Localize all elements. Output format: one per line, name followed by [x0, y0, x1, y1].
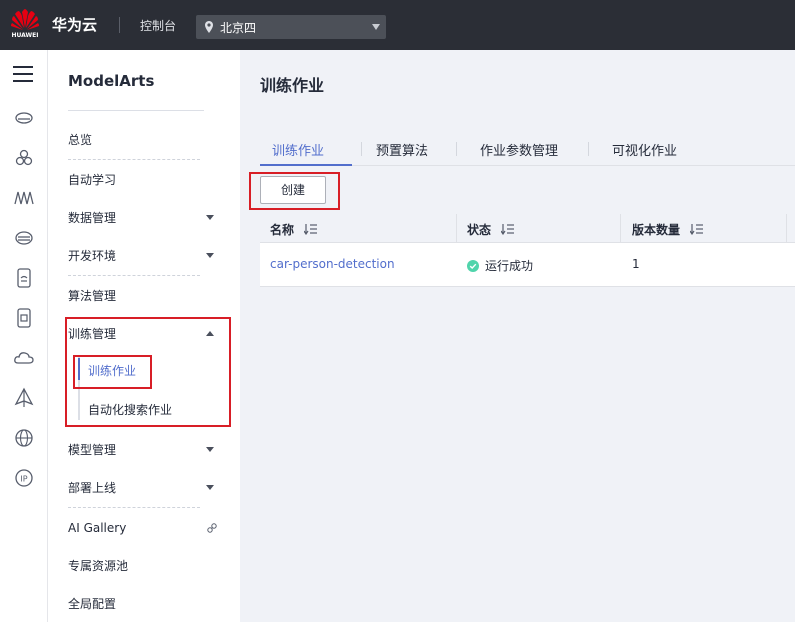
tab-separator	[588, 142, 589, 156]
location-pin-icon	[205, 21, 213, 33]
tab-training-jobs[interactable]: 训练作业	[272, 140, 324, 166]
header-divider	[119, 17, 120, 33]
sidebar-separator	[68, 159, 200, 160]
tab-label: 作业参数管理	[480, 144, 559, 159]
sort-icon[interactable]	[501, 223, 515, 235]
service-rail: IP	[0, 50, 48, 622]
column-header-status[interactable]: 状态	[467, 221, 515, 238]
sidebar-separator	[68, 507, 200, 508]
tab-job-parameters[interactable]: 作业参数管理	[480, 140, 558, 166]
sidebar-item-label: 数据管理	[68, 211, 117, 225]
tab-separator	[361, 142, 362, 156]
sidebar-item-data-management[interactable]: 数据管理	[68, 200, 228, 236]
success-check-icon	[467, 260, 479, 272]
sidebar-item-label: 自动学习	[68, 173, 117, 187]
chevron-down-icon	[206, 253, 214, 258]
database-icon[interactable]	[12, 266, 36, 290]
column-label: 名称	[270, 223, 295, 237]
cluster-icon[interactable]	[12, 146, 36, 170]
highlight-box-training-jobs	[73, 355, 152, 389]
sidebar-item-label: 开发环境	[68, 249, 117, 263]
sidebar-item-label: 部署上线	[68, 481, 117, 495]
column-separator	[620, 214, 621, 243]
main-content: 训练作业 训练作业 预置算法 作业参数管理 可视化作业 创建 名称 状态 版本数…	[240, 50, 795, 622]
job-name-link[interactable]: car-person-detection	[270, 257, 395, 271]
sidebar-separator	[68, 275, 200, 276]
huawei-logo-icon	[11, 9, 39, 30]
tab-separator	[456, 142, 457, 156]
sidebar-item-label: 总览	[68, 133, 93, 147]
sidebar-item-auto-learning[interactable]: 自动学习	[68, 162, 228, 198]
page-title: 训练作业	[260, 76, 325, 95]
sidebar-item-global-config[interactable]: 全局配置	[68, 586, 228, 622]
region-value: 北京四	[220, 21, 257, 35]
top-nav-bar: HUAWEI 华为云 控制台 北京四	[0, 0, 795, 50]
sort-icon[interactable]	[690, 223, 704, 235]
logo-text: HUAWEI	[11, 32, 39, 39]
chevron-down-icon	[206, 215, 214, 220]
tab-label: 训练作业	[272, 144, 325, 159]
sidebar-item-label: 模型管理	[68, 443, 117, 457]
sidebar-item-model-management[interactable]: 模型管理	[68, 432, 228, 468]
tab-preset-algorithms[interactable]: 预置算法	[376, 140, 428, 166]
external-link-icon	[207, 523, 217, 533]
table-header: 名称 状态 版本数量	[260, 214, 795, 243]
sidebar-item-label: AI Gallery	[68, 521, 127, 535]
active-tab-indicator	[260, 164, 352, 166]
sidebar-item-deployment[interactable]: 部署上线	[68, 470, 228, 506]
column-label: 版本数量	[632, 223, 681, 237]
region-select[interactable]: 北京四	[196, 15, 386, 39]
security-icon[interactable]	[12, 306, 36, 330]
sidebar-item-overview[interactable]: 总览	[68, 122, 228, 158]
ip-icon[interactable]: IP	[12, 466, 36, 490]
tab-visualization-jobs[interactable]: 可视化作业	[612, 140, 677, 166]
sidebar-item-label: 专属资源池	[68, 559, 129, 573]
highlight-box-create	[249, 172, 340, 210]
column-header-name[interactable]: 名称	[270, 221, 318, 238]
sidebar-item-label: 全局配置	[68, 597, 117, 611]
ai-wave-icon[interactable]	[12, 186, 36, 210]
huawei-logo[interactable]: HUAWEI	[10, 8, 40, 42]
sidebar-divider	[68, 110, 204, 111]
sidebar-item-ai-gallery[interactable]: AI Gallery	[68, 510, 228, 546]
sidebar-item-dev-environment[interactable]: 开发环境	[68, 238, 228, 274]
cloud-icon[interactable]	[12, 346, 36, 370]
globe-icon[interactable]	[12, 426, 36, 450]
menu-icon[interactable]	[13, 66, 33, 82]
sidebar-item-algorithm-management[interactable]: 算法管理	[68, 278, 228, 314]
status-text: 运行成功	[485, 259, 534, 273]
sort-icon[interactable]	[304, 223, 318, 235]
service-sidebar: ModelArts 总览 自动学习 数据管理 开发环境 算法管理 训练管理 训练…	[48, 50, 240, 622]
console-link[interactable]: 控制台	[140, 17, 176, 34]
column-separator	[786, 214, 787, 243]
chevron-down-icon	[206, 485, 214, 490]
table-row: car-person-detection 运行成功 1	[260, 243, 795, 287]
chevron-down-icon	[372, 24, 380, 30]
column-label: 状态	[467, 223, 492, 237]
column-separator	[456, 214, 457, 243]
sidebar-title: ModelArts	[68, 72, 155, 90]
tab-label: 预置算法	[376, 144, 429, 159]
chevron-down-icon	[206, 447, 214, 452]
cloud-server-icon[interactable]	[12, 106, 36, 130]
svg-text:IP: IP	[20, 475, 27, 484]
column-header-versions[interactable]: 版本数量	[632, 221, 704, 238]
tab-label: 可视化作业	[612, 144, 678, 159]
sidebar-item-dedicated-pool[interactable]: 专属资源池	[68, 548, 228, 584]
job-version-count: 1	[632, 257, 640, 271]
sidebar-item-label: 算法管理	[68, 289, 117, 303]
deploy-icon[interactable]	[12, 386, 36, 410]
job-status: 运行成功	[467, 257, 533, 274]
tab-bar: 训练作业 预置算法 作业参数管理 可视化作业	[260, 136, 795, 166]
brand-name[interactable]: 华为云	[52, 14, 97, 35]
storage-icon[interactable]	[12, 226, 36, 250]
